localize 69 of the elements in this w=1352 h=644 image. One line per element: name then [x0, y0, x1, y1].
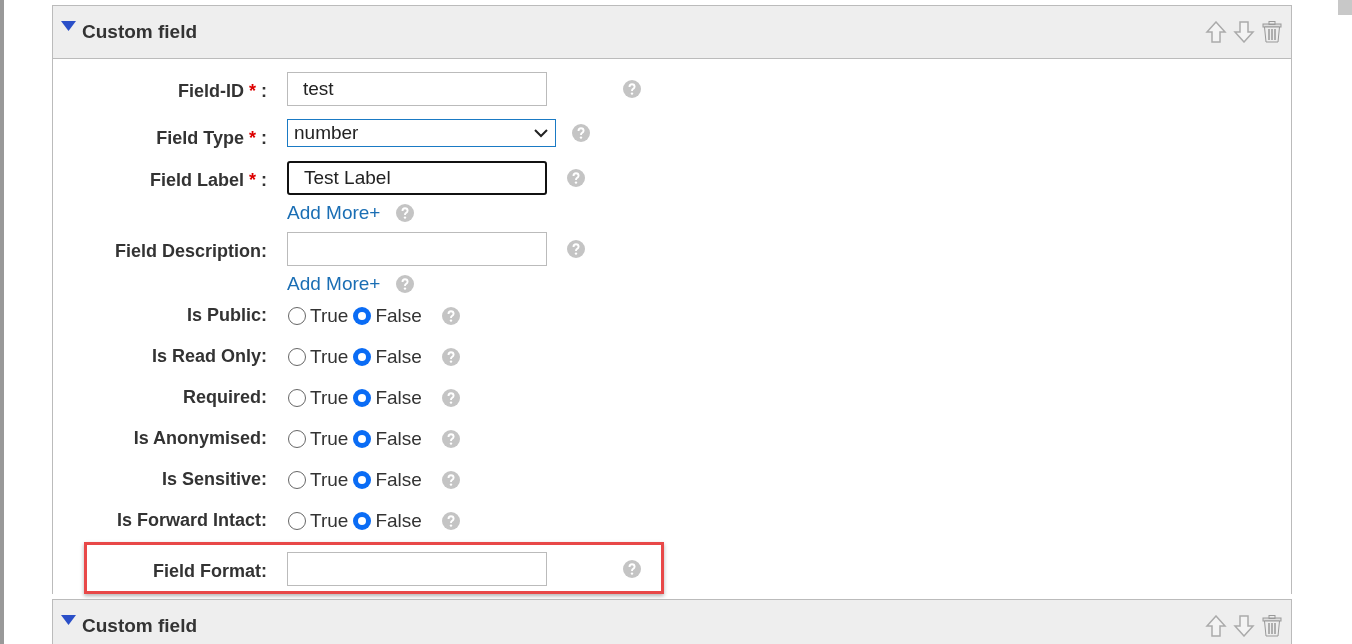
section-title: Custom field	[82, 613, 198, 638]
field-label: Field Label * :	[148, 169, 267, 192]
radio-button[interactable]	[287, 347, 307, 368]
help-icon[interactable]	[441, 307, 460, 326]
help-icon[interactable]	[623, 560, 641, 578]
radio-option[interactable]: False	[352, 343, 422, 372]
radio-option[interactable]: True	[287, 384, 349, 413]
up-arrow-icon[interactable]	[1205, 615, 1227, 637]
field-label: Is Public:	[186, 304, 267, 327]
add-more-link[interactable]: Add More+	[287, 199, 381, 228]
radio-option[interactable]: True	[287, 466, 349, 495]
text-field[interactable]	[287, 231, 547, 266]
help-icon[interactable]	[441, 471, 460, 490]
field-label: Is Read Only:	[150, 345, 267, 368]
radio-option[interactable]: False	[352, 302, 422, 331]
help-icon[interactable]	[572, 124, 590, 142]
field-label: Field-ID * :	[176, 80, 267, 103]
field-label: Is Sensitive:	[160, 468, 267, 491]
select-field[interactable]: number	[287, 119, 556, 147]
radio-button[interactable]	[352, 306, 373, 327]
radio-option[interactable]: True	[287, 343, 349, 372]
panel-header[interactable]: Custom field	[53, 6, 1291, 59]
down-arrow-icon[interactable]	[1233, 615, 1255, 637]
radio-button[interactable]	[287, 388, 307, 409]
trash-icon[interactable]	[1261, 21, 1283, 43]
scrollbar-thumb[interactable]	[1338, 0, 1352, 15]
help-icon[interactable]	[567, 169, 585, 187]
text-field[interactable]: test	[287, 72, 547, 106]
section-title: Custom field	[82, 19, 198, 44]
field-label: Field Type * :	[155, 127, 267, 150]
expand-triangle-icon[interactable]	[61, 614, 76, 626]
radio-button[interactable]	[352, 347, 373, 368]
trash-icon[interactable]	[1261, 615, 1283, 637]
help-icon[interactable]	[567, 239, 585, 258]
field-label: Field Description:	[114, 239, 267, 263]
radio-option[interactable]: False	[352, 425, 422, 454]
add-more-link[interactable]: Add More+	[287, 269, 381, 298]
down-arrow-icon[interactable]	[1233, 21, 1255, 43]
radio-option[interactable]: True	[287, 425, 349, 454]
radio-option[interactable]: True	[287, 302, 349, 331]
radio-button[interactable]	[352, 511, 373, 532]
radio-button[interactable]	[287, 429, 307, 450]
field-label: Required:	[182, 386, 267, 409]
radio-option[interactable]: False	[352, 507, 422, 536]
radio-option[interactable]: False	[352, 466, 422, 495]
field-label: Field Format:	[152, 560, 267, 583]
chevron-down-icon	[533, 128, 549, 138]
help-icon[interactable]	[396, 204, 415, 223]
radio-option[interactable]: False	[352, 384, 422, 413]
panel-header[interactable]: Custom field	[53, 600, 1291, 644]
radio-button[interactable]	[287, 306, 307, 327]
radio-button[interactable]	[352, 429, 373, 450]
text-field[interactable]	[287, 552, 547, 586]
help-icon[interactable]	[623, 80, 641, 98]
help-icon[interactable]	[441, 348, 460, 367]
help-icon[interactable]	[396, 274, 415, 293]
field-label: Is Forward Intact:	[115, 509, 267, 532]
expand-triangle-icon[interactable]	[61, 20, 76, 32]
radio-button[interactable]	[287, 511, 307, 532]
radio-button[interactable]	[287, 470, 307, 491]
radio-button[interactable]	[352, 388, 373, 409]
radio-button[interactable]	[352, 470, 373, 491]
help-icon[interactable]	[441, 512, 460, 531]
text-field[interactable]: Test Label	[287, 161, 547, 195]
radio-option[interactable]: True	[287, 507, 349, 536]
up-arrow-icon[interactable]	[1205, 21, 1227, 43]
help-icon[interactable]	[441, 430, 460, 449]
help-icon[interactable]	[441, 389, 460, 408]
field-label: Is Anonymised:	[132, 427, 267, 450]
